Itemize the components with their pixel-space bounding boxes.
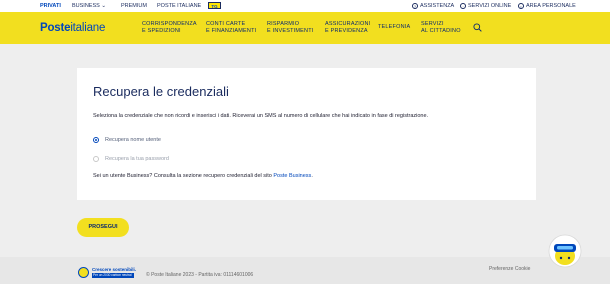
- nav-line2: E SPEDIZIONI: [142, 28, 181, 34]
- radio-recover-password[interactable]: Recupera la tua password: [93, 156, 169, 162]
- nav-line1: SERVIZI: [421, 21, 444, 27]
- business-link[interactable]: BUSINESS ⌄: [72, 3, 106, 9]
- nav-line2: E INVESTIMENTI: [267, 28, 314, 34]
- search-icon[interactable]: [473, 23, 482, 32]
- privati-link[interactable]: PRIVATI: [40, 3, 61, 9]
- logo-bold: Poste: [40, 22, 71, 34]
- sustainability-logo[interactable]: Crescere sostenibili. Per un 2030 carbon…: [78, 266, 138, 282]
- top-utility-bar: PRIVATI BUSINESS ⌄ PREMIUM POSTE ITALIAN…: [0, 0, 610, 12]
- logo-thin: italiane: [70, 22, 106, 34]
- poste-italiane-logo[interactable]: Posteitaliane: [40, 22, 105, 34]
- area-personale-label: AREA PERSONALE: [526, 3, 576, 9]
- radio-label: Recupera la tua password: [105, 156, 169, 162]
- logo-line2: Per un 2030 carbon neutral: [92, 273, 134, 278]
- footer: Crescere sostenibili. Per un 2030 carbon…: [0, 257, 610, 284]
- radio-unselected-icon[interactable]: [93, 156, 99, 162]
- nav-line2: AL CITTADINO: [421, 28, 461, 34]
- chevron-down-icon: ⌄: [101, 3, 106, 9]
- business-label: BUSINESS: [72, 3, 100, 9]
- recover-credentials-card: Recupera le credenziali Seleziona la cre…: [77, 68, 536, 200]
- tg-poste-logo[interactable]: TG: [208, 2, 221, 9]
- intro-text: Seleziona la credenziale che non ricordi…: [93, 113, 429, 119]
- radio-recover-username[interactable]: Recupera nome utente: [93, 137, 161, 143]
- proceed-button[interactable]: PROSEGUI: [77, 218, 129, 237]
- nav-servizi-cittadino[interactable]: SERVIZI AL CITTADINO: [421, 21, 461, 35]
- business-end: .: [311, 173, 313, 179]
- nav-line1: CORRISPONDENZA: [142, 21, 197, 27]
- user-icon: •: [518, 3, 524, 9]
- question-icon: ?: [412, 3, 418, 9]
- assistenza-link[interactable]: ? ASSISTENZA: [412, 3, 454, 9]
- nav-line2: E PREVIDENZA: [325, 28, 368, 34]
- poste-business-link[interactable]: Poste Business: [273, 173, 311, 179]
- logo-line1: Crescere sostenibili.: [92, 267, 137, 272]
- servizi-online-label: SERVIZI ONLINE: [468, 3, 512, 9]
- grid-icon: ·: [460, 3, 466, 9]
- nav-line2: E FINANZIAMENTI: [206, 28, 257, 34]
- business-note: Sei un utente Business? Consulta la sezi…: [93, 173, 313, 179]
- radio-selected-icon[interactable]: [93, 137, 99, 143]
- leaf-circle-icon: [78, 267, 89, 278]
- nav-line1: RISPARMIO: [267, 21, 300, 27]
- premium-link[interactable]: PREMIUM: [121, 3, 147, 9]
- nav-corrispondenza[interactable]: CORRISPONDENZA E SPEDIZIONI: [142, 21, 197, 35]
- cookie-preferences-link[interactable]: Preferenze Cookie: [489, 266, 530, 272]
- nav-risparmio[interactable]: RISPARMIO E INVESTIMENTI: [267, 21, 314, 35]
- servizi-online-link[interactable]: · SERVIZI ONLINE: [460, 3, 511, 9]
- assistenza-label: ASSISTENZA: [420, 3, 455, 9]
- nav-telefonia[interactable]: TELEFONIA: [378, 24, 410, 31]
- nav-conti-carte[interactable]: CONTI CARTE E FINANZIAMENTI: [206, 21, 256, 35]
- nav-assicurazioni[interactable]: ASSICURAZIONI E PREVIDENZA: [325, 21, 370, 35]
- tg-brand: TG: [211, 4, 218, 9]
- nav-line1: TELEFONIA: [378, 24, 411, 30]
- page-title: Recupera le credenziali: [93, 84, 229, 99]
- poste-italiane-link[interactable]: POSTE ITALIANE: [157, 3, 201, 9]
- main-nav: Posteitaliane CORRISPONDENZA E SPEDIZIONI…: [0, 12, 610, 44]
- area-personale-link[interactable]: • AREA PERSONALE: [518, 3, 576, 9]
- radio-label: Recupera nome utente: [105, 137, 161, 143]
- nav-line1: CONTI CARTE: [206, 21, 246, 27]
- business-text: Sei un utente Business? Consulta la sezi…: [93, 173, 274, 179]
- copyright-text: © Poste Italiane 2023 - Partita iva: 011…: [146, 272, 254, 278]
- nav-line1: ASSICURAZIONI: [325, 21, 371, 27]
- chat-assistant-icon[interactable]: [548, 234, 582, 268]
